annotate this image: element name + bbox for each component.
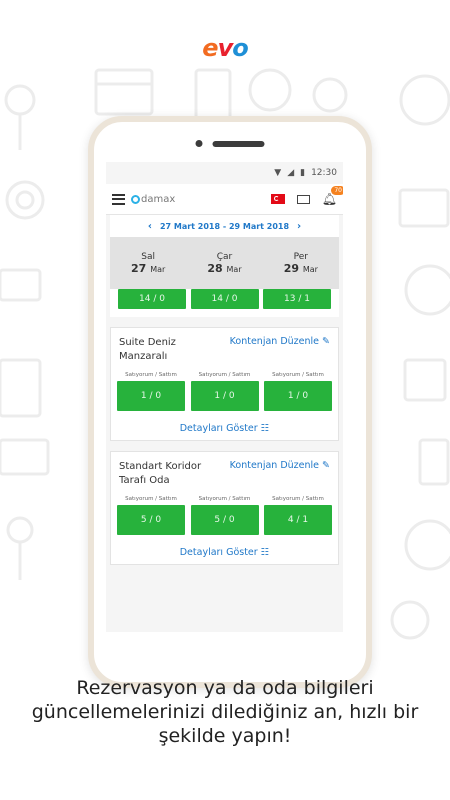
- edit-quota-link[interactable]: Kontenjan Düzenle ✎: [230, 460, 330, 471]
- status-time: 12:30: [311, 168, 337, 178]
- availability-box[interactable]: 5 / 0: [117, 505, 185, 535]
- phone-screen: ▼ ◢ ▮ 12:30 damax 🔔︎ 70 ‹ 27 Mart 2018 - …: [106, 162, 343, 632]
- odamax-logo[interactable]: damax: [131, 194, 175, 205]
- date-range-label: 27 Mart 2018 - 29 Mart 2018: [159, 221, 290, 231]
- availability-box[interactable]: 5 / 0: [190, 505, 259, 535]
- day-column: Per 29 Mar: [283, 251, 318, 275]
- evo-logo: evo: [202, 34, 248, 62]
- notification-badge: 70: [331, 186, 343, 195]
- room-card: Suite Deniz Manzaralı Kontenjan Düzenle …: [110, 327, 339, 441]
- column-label: Satıyorum / Sattım: [125, 496, 177, 502]
- day-header-row: Sal 27 Mar Çar 28 Mar Per 29 Mar: [110, 237, 339, 289]
- bell-icon[interactable]: 🔔︎ 70: [322, 186, 343, 206]
- sliders-icon: ☷: [260, 547, 270, 558]
- column-label: Satıyorum / Sattım: [125, 372, 177, 378]
- sliders-icon: ☷: [260, 423, 270, 434]
- prev-date-button[interactable]: ‹: [148, 221, 152, 232]
- signal-icon: ◢: [287, 168, 295, 178]
- day-column: Sal 27 Mar: [131, 251, 166, 275]
- pencil-icon: ✎: [322, 460, 330, 471]
- availability-box[interactable]: 1 / 0: [117, 381, 185, 411]
- app-header: damax 🔔︎ 70: [106, 184, 343, 215]
- room-name: Suite Deniz Manzaralı: [119, 337, 176, 362]
- mail-icon[interactable]: [296, 194, 310, 204]
- show-details-link[interactable]: Detayları Göster ☷: [115, 547, 334, 558]
- menu-icon[interactable]: [112, 193, 125, 205]
- next-date-button[interactable]: ›: [297, 221, 301, 232]
- main-content: ‹ 27 Mart 2018 - 29 Mart 2018 › Sal 27 M…: [106, 215, 343, 565]
- pencil-icon: ✎: [322, 336, 330, 347]
- turkish-flag-icon[interactable]: [270, 194, 285, 204]
- availability-row: 14 / 0 14 / 0 13 / 1: [110, 289, 339, 317]
- availability-box[interactable]: 1 / 0: [190, 381, 259, 411]
- room-card: Standart Koridor Tarafı Oda Kontenjan Dü…: [110, 451, 339, 565]
- show-details-link[interactable]: Detayları Göster ☷: [115, 423, 334, 434]
- phone-speaker: [195, 140, 265, 147]
- battery-icon: ▮: [300, 168, 306, 178]
- availability-box[interactable]: 13 / 1: [263, 289, 331, 309]
- status-bar: ▼ ◢ ▮ 12:30: [106, 162, 343, 184]
- room-name: Standart Koridor Tarafı Oda: [119, 461, 202, 486]
- day-column: Çar 28 Mar: [207, 251, 242, 275]
- phone-frame: ▼ ◢ ▮ 12:30 damax 🔔︎ 70 ‹ 27 Mart 2018 - …: [88, 116, 372, 688]
- promo-caption: Rezervasyon ya da oda bilgileri güncelle…: [31, 677, 419, 747]
- availability-box[interactable]: 1 / 0: [264, 381, 332, 411]
- edit-quota-link[interactable]: Kontenjan Düzenle ✎: [230, 336, 330, 347]
- date-range-selector: ‹ 27 Mart 2018 - 29 Mart 2018 ›: [110, 215, 339, 237]
- wifi-icon: ▼: [274, 168, 282, 178]
- availability-box[interactable]: 4 / 1: [264, 505, 332, 535]
- column-label: Satıyorum / Sattım: [272, 372, 324, 378]
- column-label: Satıyorum / Sattım: [198, 496, 251, 502]
- availability-box[interactable]: 14 / 0: [190, 289, 259, 309]
- availability-box[interactable]: 14 / 0: [118, 289, 186, 309]
- date-card: ‹ 27 Mart 2018 - 29 Mart 2018 › Sal 27 M…: [110, 215, 339, 317]
- column-label: Satıyorum / Sattım: [272, 496, 324, 502]
- column-label: Satıyorum / Sattım: [198, 372, 251, 378]
